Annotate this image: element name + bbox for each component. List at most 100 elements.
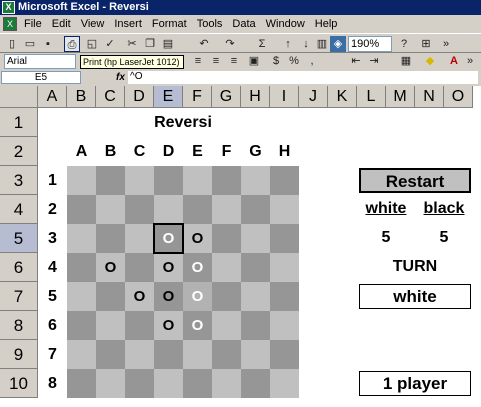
column-header[interactable]: D bbox=[125, 86, 154, 108]
board-square[interactable] bbox=[96, 195, 125, 224]
zoom-box[interactable]: 190% bbox=[348, 36, 392, 52]
row-header[interactable]: 2 bbox=[0, 137, 38, 166]
menu-data[interactable]: Data bbox=[227, 15, 260, 33]
row-header[interactable]: 7 bbox=[0, 282, 38, 311]
row-header[interactable]: 3 bbox=[0, 166, 38, 195]
sort-ascending-icon[interactable]: ↑ bbox=[280, 36, 296, 52]
select-all-corner[interactable] bbox=[0, 86, 38, 108]
board-square[interactable] bbox=[96, 282, 125, 311]
row-header[interactable]: 1 bbox=[0, 108, 38, 137]
board-square[interactable] bbox=[270, 166, 299, 195]
board-square[interactable] bbox=[96, 166, 125, 195]
workbook-icon[interactable]: X bbox=[3, 17, 17, 31]
board-square[interactable] bbox=[67, 166, 96, 195]
row-header[interactable]: 10 bbox=[0, 369, 38, 398]
menu-view[interactable]: View bbox=[76, 15, 110, 33]
board-square[interactable] bbox=[270, 340, 299, 369]
white-piece[interactable]: O bbox=[183, 311, 212, 340]
board-square[interactable] bbox=[183, 340, 212, 369]
board-square[interactable] bbox=[270, 195, 299, 224]
row-header[interactable]: 9 bbox=[0, 340, 38, 369]
board-square[interactable] bbox=[154, 195, 183, 224]
board-square[interactable] bbox=[183, 369, 212, 398]
board-square[interactable] bbox=[96, 311, 125, 340]
column-header[interactable]: J bbox=[299, 86, 328, 108]
board-square[interactable] bbox=[270, 282, 299, 311]
print-preview-icon[interactable]: ◱ bbox=[84, 36, 100, 52]
new-document-icon[interactable]: ▯ bbox=[4, 36, 20, 52]
options-icon[interactable]: ⊞ bbox=[418, 36, 434, 52]
board-square[interactable] bbox=[270, 311, 299, 340]
menu-format[interactable]: Format bbox=[147, 15, 192, 33]
row-header[interactable]: 6 bbox=[0, 253, 38, 282]
chevron-more-icon[interactable]: » bbox=[438, 36, 454, 52]
board-square[interactable] bbox=[241, 224, 270, 253]
player-mode-button[interactable]: 1 player bbox=[359, 371, 471, 396]
redo-icon[interactable]: ↷ bbox=[222, 36, 238, 52]
undo-icon[interactable]: ↶ bbox=[196, 36, 212, 52]
save-icon[interactable]: ▪ bbox=[40, 36, 56, 52]
board-square[interactable] bbox=[212, 340, 241, 369]
board-square[interactable] bbox=[96, 224, 125, 253]
paste-icon[interactable]: ▤ bbox=[160, 36, 176, 52]
board-square[interactable] bbox=[270, 224, 299, 253]
board-square[interactable] bbox=[154, 369, 183, 398]
board-square[interactable] bbox=[241, 253, 270, 282]
black-piece[interactable]: O bbox=[154, 311, 183, 340]
board-square[interactable] bbox=[241, 369, 270, 398]
board-square[interactable] bbox=[212, 253, 241, 282]
board-square[interactable] bbox=[212, 166, 241, 195]
board-square[interactable] bbox=[67, 253, 96, 282]
spelling-icon[interactable]: ✓ bbox=[102, 36, 118, 52]
print-icon[interactable]: ⎙ bbox=[64, 36, 80, 52]
increase-indent-icon[interactable]: ⇥ bbox=[366, 53, 382, 69]
board-square[interactable] bbox=[241, 311, 270, 340]
menu-help[interactable]: Help bbox=[310, 15, 343, 33]
board-square[interactable] bbox=[270, 369, 299, 398]
white-piece[interactable]: O bbox=[183, 282, 212, 311]
board-square[interactable] bbox=[212, 195, 241, 224]
white-piece[interactable]: O bbox=[154, 224, 183, 253]
restart-button[interactable]: Restart bbox=[359, 168, 471, 193]
row-header[interactable]: 8 bbox=[0, 311, 38, 340]
column-header[interactable]: F bbox=[183, 86, 212, 108]
board-square[interactable] bbox=[67, 311, 96, 340]
menu-insert[interactable]: Insert bbox=[109, 15, 147, 33]
fill-color-icon[interactable]: ◆ bbox=[422, 53, 438, 69]
chevron-more-icon[interactable]: » bbox=[462, 53, 478, 69]
row-header[interactable]: 4 bbox=[0, 195, 38, 224]
help-icon[interactable]: ? bbox=[396, 36, 412, 52]
drawing-icon[interactable]: ◈ bbox=[330, 36, 346, 52]
worksheet-grid[interactable]: ABCDEFGHIJKLMNO 1 2 3 4 5 6 7 8 9 10 Reversi ABCD… bbox=[0, 86, 481, 407]
board-square[interactable] bbox=[67, 282, 96, 311]
board-square[interactable] bbox=[154, 340, 183, 369]
board-square[interactable] bbox=[241, 340, 270, 369]
board-square[interactable] bbox=[241, 195, 270, 224]
menu-file[interactable]: File bbox=[19, 15, 47, 33]
merge-center-icon[interactable]: ▣ bbox=[246, 53, 262, 69]
board-square[interactable] bbox=[183, 195, 212, 224]
board-square[interactable] bbox=[67, 369, 96, 398]
percent-icon[interactable]: % bbox=[286, 53, 302, 69]
board-square[interactable] bbox=[125, 195, 154, 224]
board-square[interactable] bbox=[212, 311, 241, 340]
board-square[interactable] bbox=[125, 224, 154, 253]
column-header[interactable]: G bbox=[212, 86, 241, 108]
decrease-indent-icon[interactable]: ⇤ bbox=[348, 53, 364, 69]
board-square[interactable] bbox=[212, 224, 241, 253]
column-header[interactable]: O bbox=[444, 86, 473, 108]
font-name-box[interactable]: Arial bbox=[4, 54, 76, 69]
currency-icon[interactable]: $ bbox=[268, 53, 284, 69]
name-box[interactable]: E5 bbox=[1, 71, 81, 84]
board-square[interactable] bbox=[270, 253, 299, 282]
row-header[interactable]: 5 bbox=[0, 224, 38, 253]
function-icon[interactable]: fx bbox=[116, 70, 125, 85]
font-color-icon[interactable]: A bbox=[446, 53, 462, 69]
borders-icon[interactable]: ▦ bbox=[398, 53, 414, 69]
board-square[interactable] bbox=[125, 253, 154, 282]
black-piece[interactable]: O bbox=[183, 224, 212, 253]
menu-tools[interactable]: Tools bbox=[192, 15, 228, 33]
board-square[interactable] bbox=[154, 166, 183, 195]
board-square[interactable] bbox=[125, 369, 154, 398]
board-square[interactable] bbox=[67, 195, 96, 224]
